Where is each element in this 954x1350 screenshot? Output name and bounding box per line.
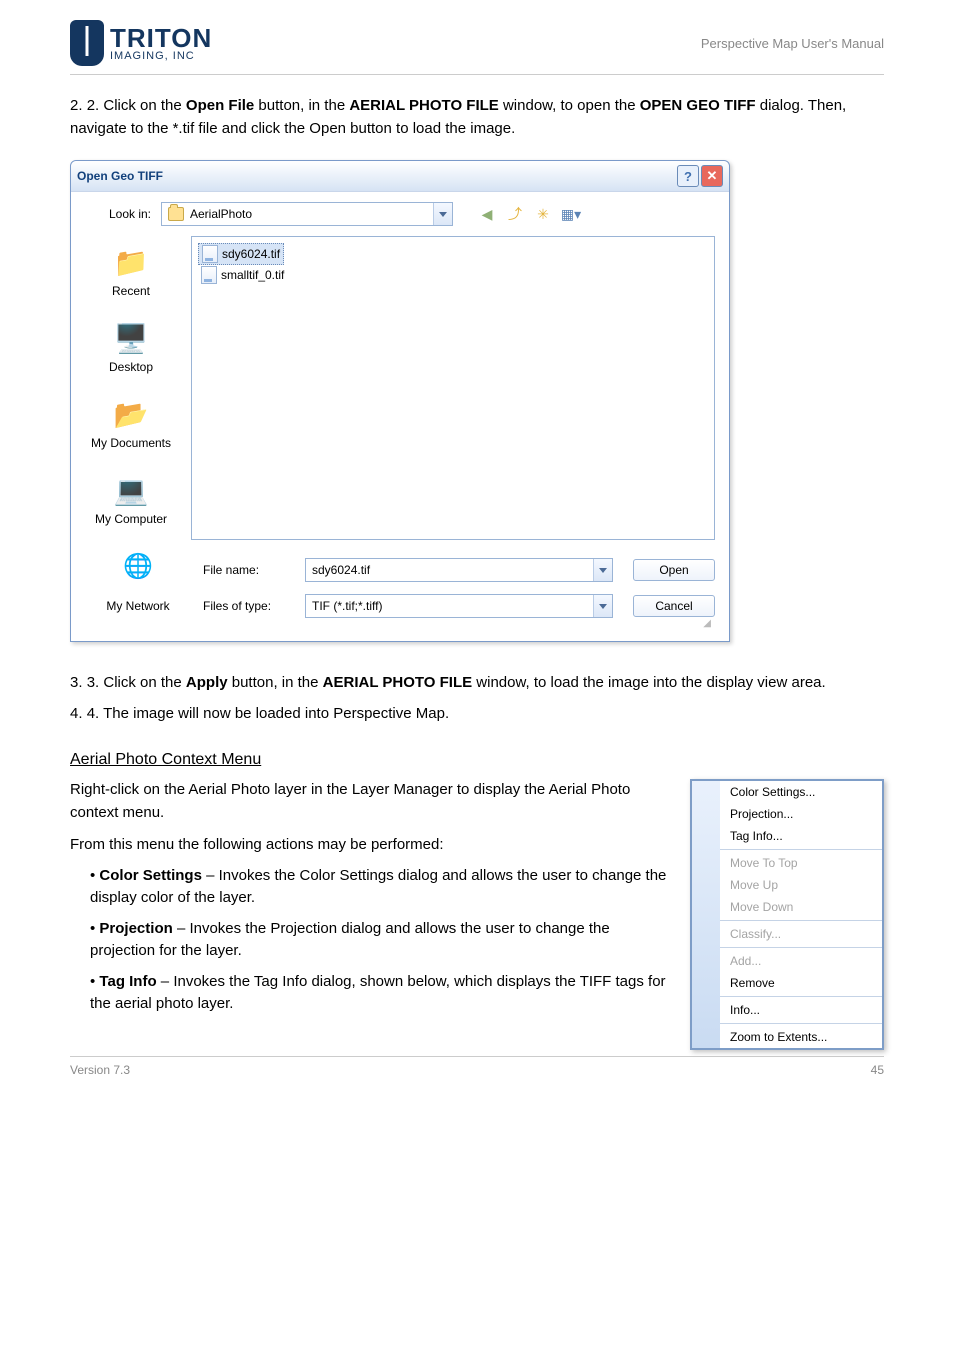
dialog-title: Open Geo TIFF: [77, 169, 163, 183]
file-item[interactable]: smalltif_0.tif: [198, 265, 287, 285]
dialog-titlebar: Open Geo TIFF ? ✕: [71, 161, 729, 192]
resize-grip-icon[interactable]: ◢: [85, 618, 715, 629]
place-my-documents[interactable]: 📂 My Documents: [91, 396, 171, 450]
new-folder-icon[interactable]: ✳: [533, 204, 553, 224]
context-menu-separator: [720, 947, 882, 948]
logo-shield-icon: [70, 20, 104, 66]
my-network-label: My Network: [85, 599, 191, 613]
context-menu-item[interactable]: Remove: [720, 972, 882, 994]
view-menu-icon[interactable]: ▦▾: [561, 204, 581, 224]
context-menu-separator: [720, 920, 882, 921]
context-menu-separator: [720, 849, 882, 850]
context-menu-item: Add...: [720, 950, 882, 972]
folder-icon: [168, 207, 184, 221]
file-name-combo[interactable]: sdy6024.tif: [305, 558, 613, 582]
place-my-network[interactable]: 🌐: [85, 548, 191, 584]
file-item-selected[interactable]: sdy6024.tif: [198, 243, 284, 265]
context-menu-item: Classify...: [720, 923, 882, 945]
place-desktop[interactable]: 🖥️ Desktop: [109, 320, 153, 374]
context-menu-item: Move Down: [720, 896, 882, 918]
help-button[interactable]: ?: [677, 165, 699, 187]
cancel-button[interactable]: Cancel: [633, 595, 715, 617]
context-menu-item[interactable]: Projection...: [720, 803, 882, 825]
my-network-icon: 🌐: [118, 548, 158, 584]
footer-version: Version 7.3: [70, 1063, 130, 1077]
document-title: Perspective Map User's Manual: [701, 36, 884, 51]
context-menu-separator: [720, 996, 882, 997]
desktop-icon: 🖥️: [111, 320, 151, 356]
open-button[interactable]: Open: [633, 559, 715, 581]
step-3-paragraph: 3. 3. Click on the Apply button, in the …: [70, 672, 884, 695]
context-menu-separator: [720, 1023, 882, 1024]
file-type-combo[interactable]: TIF (*.tif;*.tiff): [305, 594, 613, 618]
file-name-value: sdy6024.tif: [312, 563, 370, 577]
context-menu-item: Move To Top: [720, 852, 882, 874]
chevron-down-icon[interactable]: [433, 203, 452, 225]
file-list-pane[interactable]: sdy6024.tif smalltif_0.tif: [191, 236, 715, 540]
logo: TRITON IMAGING, INC: [70, 20, 212, 66]
step-2-paragraph: 2. 2. Click on the Open File button, in …: [70, 95, 884, 140]
context-menu-item: Move Up: [720, 874, 882, 896]
open-geo-tiff-dialog: Open Geo TIFF ? ✕ Look in: AerialPhoto ◀: [70, 160, 730, 642]
recent-folder-icon: 📁: [111, 244, 151, 280]
logo-main-text: TRITON: [110, 25, 212, 51]
look-in-combo[interactable]: AerialPhoto: [161, 202, 453, 226]
chevron-down-icon[interactable]: [593, 559, 612, 581]
page-footer: Version 7.3 45: [70, 1056, 884, 1077]
look-in-label: Look in:: [81, 207, 151, 221]
tif-file-icon: [202, 245, 218, 263]
places-bar: 📁 Recent 🖥️ Desktop 📂 My Documents 💻 My …: [71, 236, 191, 540]
context-menu-item[interactable]: Color Settings...: [720, 781, 882, 803]
my-documents-icon: 📂: [111, 396, 151, 432]
section-heading: Aerial Photo Context Menu: [70, 751, 884, 769]
up-folder-icon[interactable]: ⤴: [505, 204, 525, 224]
tif-file-icon: [201, 266, 217, 284]
chevron-down-icon[interactable]: [593, 595, 612, 617]
context-menu-item[interactable]: Zoom to Extents...: [720, 1026, 882, 1048]
file-name-label: File name:: [203, 563, 293, 577]
context-menu-gutter: [692, 781, 720, 1048]
context-menu-item[interactable]: Info...: [720, 999, 882, 1021]
place-recent[interactable]: 📁 Recent: [111, 244, 151, 298]
place-my-computer[interactable]: 💻 My Computer: [95, 472, 167, 526]
look-in-value: AerialPhoto: [190, 207, 252, 221]
close-button[interactable]: ✕: [701, 165, 723, 187]
footer-page: 45: [871, 1063, 884, 1077]
step-4-paragraph: 4. 4. The image will now be loaded into …: [70, 703, 884, 726]
file-type-label: Files of type:: [203, 599, 293, 613]
context-menu-item[interactable]: Tag Info...: [720, 825, 882, 847]
file-type-value: TIF (*.tif;*.tiff): [312, 599, 382, 613]
my-computer-icon: 💻: [111, 472, 151, 508]
aerial-photo-context-menu: Color Settings...Projection...Tag Info..…: [690, 779, 884, 1050]
back-icon[interactable]: ◀: [477, 204, 497, 224]
page-header: TRITON IMAGING, INC Perspective Map User…: [70, 20, 884, 75]
